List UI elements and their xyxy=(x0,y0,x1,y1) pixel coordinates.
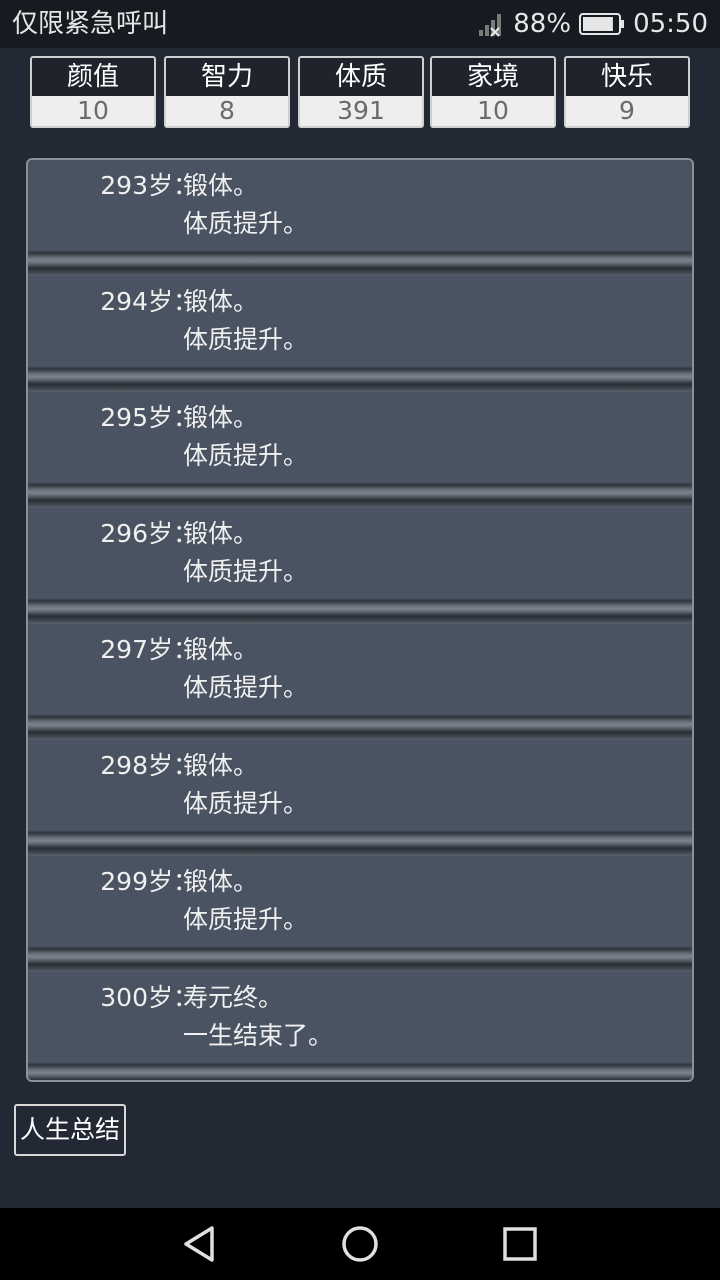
log-line: 体质提升。 xyxy=(183,673,309,702)
carrier-text: 仅限紧急呼叫 xyxy=(12,9,169,39)
status-indicators: 88% 05:50 xyxy=(477,6,708,42)
log-age: 298岁： xyxy=(100,751,198,780)
log-line: 体质提升。 xyxy=(183,325,309,354)
log-line: 寿元终。 xyxy=(183,983,284,1012)
log-line: 锻体。 xyxy=(183,751,259,780)
stat-happiness: 快乐 9 xyxy=(564,56,690,128)
log-line: 一生结束了。 xyxy=(183,1021,334,1050)
battery-icon xyxy=(579,13,625,35)
stat-label: 家境 xyxy=(432,58,554,96)
log-age: 299岁： xyxy=(100,867,198,896)
clock: 05:50 xyxy=(633,9,708,39)
log-age: 297岁： xyxy=(100,635,198,664)
navigation-bar xyxy=(0,1208,720,1280)
stat-value: 10 xyxy=(432,96,554,126)
signal-icon xyxy=(479,14,502,37)
log-line: 体质提升。 xyxy=(183,557,309,586)
stat-value: 391 xyxy=(300,96,422,126)
log-line: 锻体。 xyxy=(183,403,259,432)
log-age: 295岁： xyxy=(100,403,198,432)
log-separator xyxy=(28,1062,692,1080)
stat-label: 智力 xyxy=(166,58,288,96)
back-icon[interactable] xyxy=(180,1224,220,1264)
log-entry: 300岁： 寿元终。 一生结束了。 xyxy=(28,972,692,1080)
log-line: 体质提升。 xyxy=(183,209,309,238)
log-line: 锻体。 xyxy=(183,635,259,664)
log-line: 锻体。 xyxy=(183,287,259,316)
log-separator xyxy=(28,598,692,624)
log-line: 锻体。 xyxy=(183,171,259,200)
log-separator xyxy=(28,250,692,276)
stats-row: 颜值 10 智力 8 体质 391 家境 10 快乐 9 xyxy=(30,56,690,128)
log-line: 体质提升。 xyxy=(183,789,309,818)
stat-family: 家境 10 xyxy=(430,56,556,128)
stat-label: 体质 xyxy=(300,58,422,96)
log-line: 体质提升。 xyxy=(183,441,309,470)
log-separator xyxy=(28,830,692,856)
stat-constitution: 体质 391 xyxy=(298,56,424,128)
log-entry: 298岁： 锻体。 体质提升。 xyxy=(28,740,692,856)
stat-intelligence: 智力 8 xyxy=(164,56,290,128)
log-separator xyxy=(28,366,692,392)
log-age: 296岁： xyxy=(100,519,198,548)
stat-appearance: 颜值 10 xyxy=(30,56,156,128)
log-line: 锻体。 xyxy=(183,519,259,548)
log-age: 300岁： xyxy=(100,983,198,1012)
recent-apps-icon[interactable] xyxy=(500,1224,540,1264)
life-summary-button[interactable]: 人生总结 xyxy=(14,1104,126,1156)
log-entry: 296岁： 锻体。 体质提升。 xyxy=(28,508,692,624)
log-separator xyxy=(28,946,692,972)
stat-label: 颜值 xyxy=(32,58,154,96)
stat-value: 8 xyxy=(166,96,288,126)
status-bar: 仅限紧急呼叫 88% 05:50 xyxy=(0,0,720,48)
log-entry: 295岁： 锻体。 体质提升。 xyxy=(28,392,692,508)
log-line: 体质提升。 xyxy=(183,905,309,934)
log-separator xyxy=(28,482,692,508)
log-line: 锻体。 xyxy=(183,867,259,896)
log-entry: 294岁： 锻体。 体质提升。 xyxy=(28,276,692,392)
log-entry: 299岁： 锻体。 体质提升。 xyxy=(28,856,692,972)
log-entry: 293岁： 锻体。 体质提升。 xyxy=(28,160,692,276)
log-age: 293岁： xyxy=(100,171,198,200)
stat-value: 9 xyxy=(566,96,688,126)
stat-value: 10 xyxy=(32,96,154,126)
log-entry: 297岁： 锻体。 体质提升。 xyxy=(28,624,692,740)
log-separator xyxy=(28,714,692,740)
life-log-panel[interactable]: 293岁： 锻体。 体质提升。 294岁： 锻体。 体质提升。 295岁： 锻体… xyxy=(26,158,694,1082)
battery-percent: 88% xyxy=(513,9,572,39)
home-icon[interactable] xyxy=(340,1224,380,1264)
log-age: 294岁： xyxy=(100,287,198,316)
stat-label: 快乐 xyxy=(566,58,688,96)
